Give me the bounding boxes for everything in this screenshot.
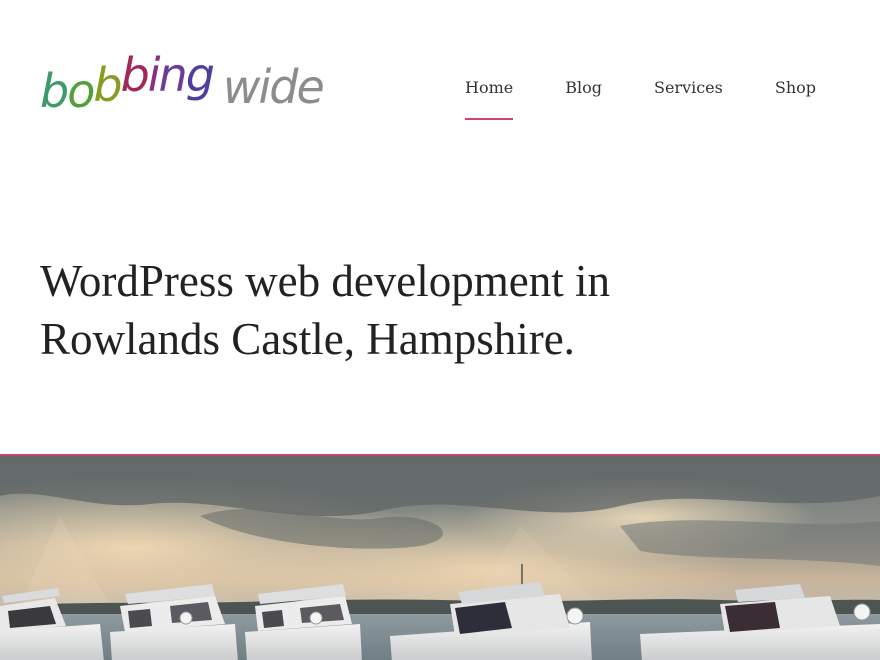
hero-heading-line-2: Rowlands Castle, Hampshire. — [40, 314, 575, 364]
nav-item-home[interactable]: Home — [465, 78, 514, 120]
logo-letter-b2: b — [93, 58, 122, 112]
logo-word-wide: wide — [222, 60, 325, 114]
nav-item-shop[interactable]: Shop — [775, 78, 816, 97]
logo-letter-b3: b — [120, 48, 150, 102]
hero-heading: WordPress web development in Rowlands Ca… — [40, 252, 680, 368]
hero-banner-image — [0, 454, 880, 660]
nav-item-services[interactable]: Services — [654, 78, 723, 97]
logo-letter-o: o — [67, 64, 95, 118]
harbour-boats-photo — [0, 456, 880, 660]
logo-letter-n: n — [158, 48, 188, 102]
logo-letter-b1: b — [40, 64, 69, 118]
hero-heading-line-1: WordPress web development in — [40, 256, 611, 306]
logo-letter-g: g — [185, 48, 215, 102]
logo-letter-i: i — [147, 48, 161, 102]
site-header: bobbing wide Home Blog Services Shop — [0, 0, 880, 160]
main-navigation: Home Blog Services Shop — [465, 78, 816, 120]
site-logo[interactable]: bobbing wide — [40, 48, 325, 122]
boat-3 — [245, 584, 362, 660]
nav-item-blog[interactable]: Blog — [565, 78, 602, 97]
